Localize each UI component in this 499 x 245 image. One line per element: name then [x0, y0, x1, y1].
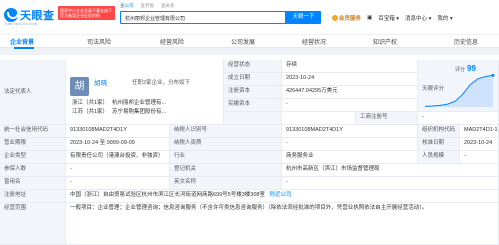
tab-operation-status[interactable]: 经营状况 [302, 37, 326, 46]
org-code-label: 组织机构代码 [418, 125, 460, 138]
logo-subtitle: TianYanCha.com [4, 21, 38, 26]
staff-value: - [460, 151, 499, 164]
term-label: 营业期限 [0, 138, 66, 151]
rank-label [224, 112, 282, 125]
former-name-value: - [66, 177, 170, 190]
org-code-value: MAD2T4D1-1 [460, 125, 499, 138]
app-icon[interactable]: ▣ [367, 15, 372, 21]
scope-value: 一般项目：企业管理；企业管理咨询；信息咨询服务（不含许可类信息咨询服务）（除依法… [66, 203, 499, 245]
address-cell: 中国（浙江）自由贸易试验区杭州市滨江区长河街道网商路699号5号楼3楼308室 … [66, 190, 499, 203]
scope-label: 经营范围 [0, 203, 66, 245]
staff-label: 人员规模 [418, 151, 460, 164]
founded-value: 2023-10-24 [282, 73, 418, 86]
nearby-companies-link[interactable]: 附近公司 [270, 192, 292, 198]
legal-rep-avatar[interactable]: 胡 [70, 77, 89, 96]
english-name-value: - [282, 177, 499, 190]
reg-number-value: - [418, 112, 499, 125]
tab-label: 司法风险 [87, 40, 112, 46]
legal-rep-label: 法定代表人 [0, 60, 66, 125]
user-label: 我的 [437, 16, 449, 22]
search-tab-relation[interactable]: 查关系 [161, 3, 175, 9]
taxpayer-id-label: 纳税人识别号 [170, 125, 282, 138]
sector-label: 行业 [170, 151, 282, 164]
legal-rep-desc: 任职2家企业，分布如下 [132, 78, 190, 86]
vip-service-link[interactable]: 会员服务 [332, 14, 361, 22]
insured-label: 参保人数 [0, 164, 66, 177]
toolbox-label: 百宝箱 [378, 16, 395, 22]
vip-label: 会员服务 [339, 16, 362, 22]
approval-value: 2023-10-24 [460, 138, 499, 151]
legal-rep-company-1[interactable]: 杭州丽邦企业管理有... [112, 98, 166, 106]
tab-enterprise-background[interactable]: 企业背景 [10, 37, 34, 46]
score-number: 99 [467, 64, 476, 73]
insured-value: - [66, 164, 170, 177]
sector-value: 商务服务业 [282, 151, 418, 164]
score-point [491, 73, 495, 77]
tab-judicial-risk[interactable]: 司法风险 [87, 37, 111, 46]
capital-label: 注册资本 [224, 86, 282, 99]
legal-rep-company-2[interactable]: 苏宁易购集团股份有... [112, 107, 166, 115]
company-type-label: 企业类型 [0, 151, 66, 164]
tab-operation-risk[interactable]: 经营风险 [160, 37, 184, 46]
score-trend-chart [424, 73, 495, 107]
tab-label: 经营状况 [302, 40, 327, 46]
search-input[interactable]: 杭州丽邦企业管理有限公司 [120, 11, 286, 24]
address-label: 注册地址 [0, 190, 66, 203]
tab-label: 知识产权 [373, 40, 398, 46]
tab-label: 经营风险 [160, 40, 185, 46]
authority-label: 登记机关 [170, 164, 282, 177]
score-area [425, 75, 493, 107]
search-type-tabs: 查公司 查老板 查关系 [120, 3, 175, 9]
legal-rep-region-1: 浙江（共1家） [72, 100, 109, 106]
user-menu[interactable]: 我的 ▾ [437, 14, 452, 22]
taxpayer-type-label: 纳税人资质 [170, 138, 282, 151]
gov-badge: 国家中小企业发展子基金旗下 官方备案企业征信机构 [58, 6, 115, 20]
paid-capital-value: - [282, 99, 418, 112]
search-tab-company[interactable]: 查公司 [120, 3, 134, 9]
search-button[interactable]: 天眼一下 [286, 11, 321, 24]
section-tabs: 企业背景 司法风险 经营风险 公司发展 经营状况 知识产权 历史信息 [0, 34, 499, 49]
legal-rep-desc-text: 任职2家企业，分布如下 [132, 80, 191, 86]
eye-logo-icon [4, 8, 19, 22]
top-header: 天眼查 TianYanCha.com 国家中小企业发展子基金旗下 官方备案企业征… [0, 0, 499, 34]
credit-code-label: 统一社会信用代码 [0, 125, 66, 138]
search-tab-boss[interactable]: 查老板 [141, 3, 155, 9]
legal-rep-region-2: 江苏（共1家） [72, 109, 109, 115]
address-value: 中国（浙江）自由贸易试验区杭州市滨江区长河街道网商路699号5号楼3楼308室 [70, 192, 265, 198]
crown-icon [332, 15, 338, 21]
tab-label: 企业背景 [10, 40, 35, 46]
paid-capital-label: 实缴资本 [224, 99, 282, 112]
capital-value: 426447.04295万美元 [282, 86, 418, 99]
rank-value [282, 112, 356, 125]
legal-rep-cell [66, 60, 224, 125]
message-label: 消息中心 [405, 16, 428, 22]
founded-label: 成立日期 [224, 73, 282, 86]
score-display: 评分 99 [455, 64, 476, 73]
english-name-label: 英文名称 [170, 177, 282, 190]
tab-label: 公司发展 [231, 40, 256, 46]
tab-label: 历史信息 [454, 40, 479, 46]
top-nav: 会员服务 ▣ 百宝箱 ▾ 消息中心 ▾ 我的 ▾ [332, 14, 453, 22]
tab-company-development[interactable]: 公司发展 [231, 37, 255, 46]
taxpayer-id-value[interactable]: 91330108MAD2T4D1Y [282, 125, 418, 138]
approval-label: 核准日期 [418, 138, 460, 151]
tab-intellectual-property[interactable]: 知识产权 [373, 37, 397, 46]
reg-number-label: 工商注册号 [356, 112, 418, 125]
term-value: 2023-10-24 至 9999-09-09 [66, 138, 170, 151]
status-value: 存续 [282, 60, 418, 73]
status-label: 经营状态 [224, 60, 282, 73]
tab-history-info[interactable]: 历史信息 [454, 37, 478, 46]
message-center-link[interactable]: 消息中心 ▾ [405, 14, 431, 22]
taxpayer-type-value: - [282, 138, 418, 151]
legal-rep-name[interactable]: 胡晓 [94, 77, 107, 87]
company-type-value: 有限责任公司（港澳台投资、非独资） [66, 151, 170, 164]
toolbox-link[interactable]: 百宝箱 ▾ [378, 14, 399, 22]
active-tab-indicator [14, 47, 34, 49]
former-name-label: 曾用名 [0, 177, 66, 190]
authority-value: 杭州市高新区（滨江）市场监督管理局 [282, 164, 499, 177]
credit-code-value[interactable]: 91330108MAD2T4D1Y [66, 125, 170, 138]
